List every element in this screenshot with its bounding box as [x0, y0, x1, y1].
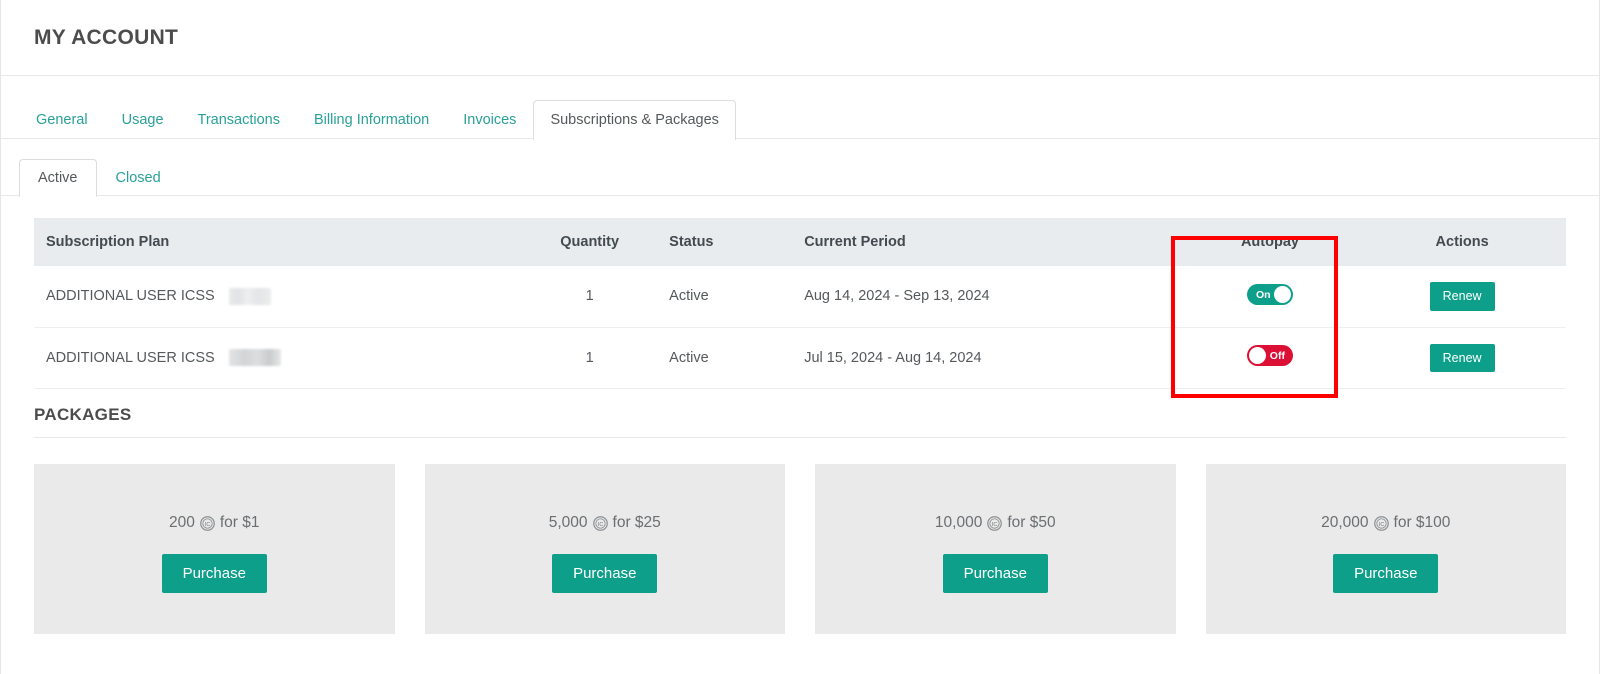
secondary-tabs: Active Closed — [1, 139, 1599, 198]
cell-autopay: On — [1181, 266, 1359, 328]
renew-button[interactable]: Renew — [1429, 282, 1495, 311]
cell-actions: Renew — [1358, 266, 1566, 328]
svg-text:IC: IC — [992, 521, 997, 527]
package-card: 5,000 IC for $25 Purchase — [424, 464, 785, 634]
credit-coin-icon: IC — [1373, 515, 1389, 531]
purchase-button[interactable]: Purchase — [552, 554, 658, 593]
package-card: 20,000 IC for $100 Purchase — [1205, 464, 1566, 634]
purchase-button[interactable]: Purchase — [942, 554, 1048, 593]
column-header-status: Status — [657, 218, 793, 266]
toggle-knob — [1273, 285, 1291, 303]
package-card: 200 IC for $1 Purchase — [34, 464, 395, 634]
cell-subscription-plan: ADDITIONAL USER ICSS — [34, 327, 523, 389]
autopay-toggle-on[interactable]: On — [1246, 283, 1293, 305]
package-price-suffix: for $100 — [1393, 514, 1451, 531]
cell-actions: Renew — [1358, 327, 1566, 389]
package-card: 10,000 IC for $50 Purchase — [815, 464, 1176, 634]
table-row: ADDITIONAL USER ICSS 1 Active Jul 15, 20… — [34, 327, 1566, 389]
toggle-knob — [1248, 347, 1266, 365]
column-header-quantity: Quantity — [522, 218, 658, 266]
svg-text:IC: IC — [597, 521, 602, 527]
table-head: Subscription Plan Quantity Status Curren… — [34, 218, 1566, 266]
package-price-label: 5,000 IC for $25 — [549, 514, 661, 532]
page-title: MY ACCOUNT — [34, 25, 179, 49]
subtab-closed[interactable]: Closed — [97, 159, 180, 198]
subtab-active[interactable]: Active — [19, 158, 97, 197]
table-header-row: Subscription Plan Quantity Status Curren… — [34, 218, 1566, 266]
tab-usage[interactable]: Usage — [105, 100, 181, 141]
redacted-plan-identifier — [228, 287, 271, 305]
package-price-label: 20,000 IC for $100 — [1321, 514, 1450, 532]
package-amount: 20,000 — [1321, 514, 1369, 531]
redacted-plan-identifier — [228, 349, 281, 367]
tab-subscriptions-packages[interactable]: Subscriptions & Packages — [533, 99, 736, 140]
column-header-actions: Actions — [1358, 218, 1566, 266]
autopay-toggle-label: Off — [1269, 350, 1285, 363]
cell-quantity: 1 — [522, 327, 658, 389]
subscriptions-table: Subscription Plan Quantity Status Curren… — [34, 218, 1566, 389]
tab-billing-information[interactable]: Billing Information — [297, 100, 446, 141]
cell-current-period: Jul 15, 2024 - Aug 14, 2024 — [792, 327, 1182, 389]
subscriptions-table-wrapper: Subscription Plan Quantity Status Curren… — [1, 196, 1599, 389]
cell-subscription-plan: ADDITIONAL USER ICSS — [34, 266, 523, 328]
package-amount: 200 — [168, 514, 195, 531]
page-header: MY ACCOUNT — [1, 0, 1599, 76]
cell-status: Active — [657, 327, 793, 389]
package-price-label: 200 IC for $1 — [169, 514, 260, 532]
svg-text:IC: IC — [1378, 521, 1383, 527]
packages-section: PACKAGES 200 IC for $1 Purchase 5,000 IC… — [1, 389, 1599, 634]
package-price-label: 10,000 IC for $50 — [935, 514, 1056, 532]
credit-coin-icon: IC — [592, 515, 608, 531]
package-amount: 5,000 — [548, 514, 588, 531]
credit-coin-icon: IC — [200, 515, 215, 531]
svg-text:IC: IC — [205, 521, 210, 527]
cell-current-period: Aug 14, 2024 - Sep 13, 2024 — [792, 266, 1182, 328]
package-amount: 10,000 — [934, 514, 983, 531]
purchase-button[interactable]: Purchase — [161, 554, 267, 593]
cell-quantity: 1 — [522, 266, 658, 328]
cell-status: Active — [657, 266, 793, 328]
purchase-button[interactable]: Purchase — [1333, 554, 1439, 593]
tab-general[interactable]: General — [19, 100, 105, 141]
table-body: ADDITIONAL USER ICSS 1 Active Aug 14, 20… — [34, 266, 1566, 389]
table-row: ADDITIONAL USER ICSS 1 Active Aug 14, 20… — [34, 266, 1566, 328]
column-header-subscription-plan: Subscription Plan — [34, 218, 523, 266]
autopay-toggle-off[interactable]: Off — [1246, 345, 1293, 367]
plan-name: ADDITIONAL USER ICSS — [46, 288, 215, 305]
package-price-suffix: for $25 — [612, 514, 661, 531]
packages-grid: 200 IC for $1 Purchase 5,000 IC for $25 … — [34, 438, 1566, 634]
column-header-autopay: Autopay — [1181, 218, 1359, 266]
package-price-suffix: for $1 — [219, 514, 260, 531]
primary-tabs: General Usage Transactions Billing Infor… — [1, 76, 1599, 141]
tab-invoices[interactable]: Invoices — [446, 100, 533, 141]
my-account-page: MY ACCOUNT General Usage Transactions Bi… — [0, 0, 1600, 674]
column-header-current-period: Current Period — [792, 218, 1182, 266]
package-price-suffix: for $50 — [1007, 514, 1056, 531]
autopay-toggle-label: On — [1255, 288, 1271, 301]
packages-heading: PACKAGES — [34, 405, 132, 424]
renew-button[interactable]: Renew — [1429, 343, 1495, 372]
cell-autopay: Off — [1181, 327, 1359, 389]
plan-name: ADDITIONAL USER ICSS — [46, 349, 215, 366]
tab-transactions[interactable]: Transactions — [181, 100, 297, 141]
credit-coin-icon: IC — [987, 515, 1003, 531]
